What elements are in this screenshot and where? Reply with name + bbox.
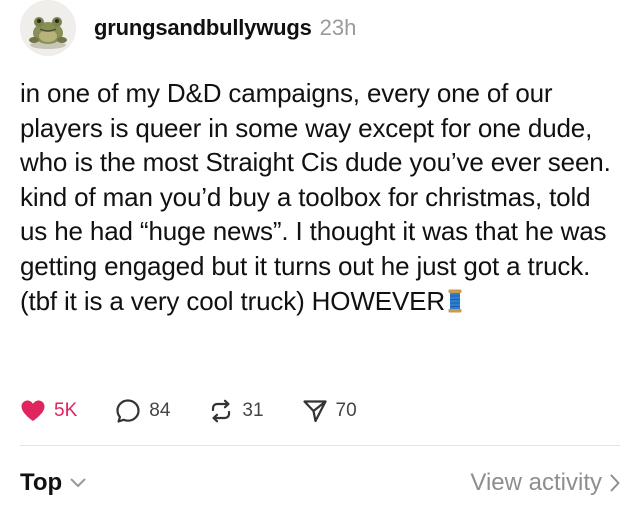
post-actions: 5K 84 31 70 <box>20 396 357 426</box>
avatar-frog-image <box>20 0 76 56</box>
comment-bubble-icon <box>116 399 140 423</box>
chevron-down-icon <box>70 478 86 487</box>
sort-dropdown[interactable]: Top <box>20 469 86 497</box>
divider <box>20 445 620 446</box>
repost-arrows-icon <box>212 399 231 423</box>
spool-of-thread-icon <box>448 289 462 313</box>
author-name[interactable]: grungsandbullywugs <box>94 15 312 41</box>
share-button[interactable]: 70 <box>302 398 357 424</box>
post-timestamp: 23h <box>319 15 357 40</box>
replies-footer: Top View activity <box>20 466 620 500</box>
reply-count: 84 <box>149 400 171 421</box>
view-activity-link[interactable]: View activity <box>470 469 620 497</box>
like-count: 5K <box>54 400 78 421</box>
repost-count: 31 <box>242 400 264 421</box>
sort-label: Top <box>20 469 63 496</box>
post-header: grungsandbullywugs 23h <box>20 0 356 56</box>
post-text: in one of my D&D campaigns, every one of… <box>20 76 620 318</box>
post-body-text: in one of my D&D campaigns, every one of… <box>20 78 618 316</box>
view-activity-label: View activity <box>470 469 602 496</box>
reply-button[interactable]: 84 <box>115 398 170 424</box>
chevron-right-icon <box>610 474 620 492</box>
repost-button[interactable]: 31 <box>208 398 264 424</box>
send-icon <box>302 400 327 423</box>
heart-icon <box>21 400 45 421</box>
like-button[interactable]: 5K <box>20 399 77 423</box>
share-count: 70 <box>335 400 357 421</box>
avatar[interactable] <box>20 0 76 56</box>
